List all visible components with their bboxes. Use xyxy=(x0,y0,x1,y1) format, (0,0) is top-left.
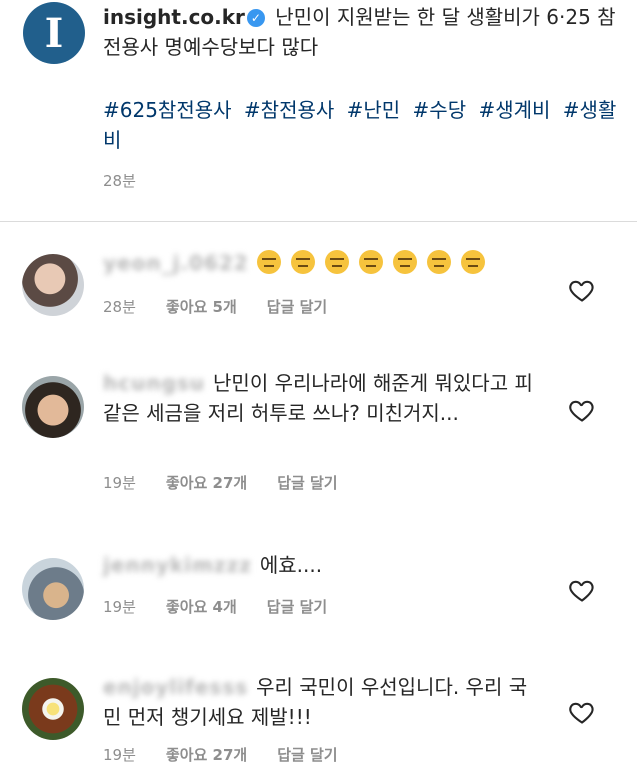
reply-button[interactable]: 답글 달기 xyxy=(267,598,327,616)
hashtag[interactable]: #난민 xyxy=(347,98,401,122)
heart-icon[interactable] xyxy=(568,276,596,304)
comment-time: 19분 xyxy=(103,746,136,764)
avatar[interactable] xyxy=(22,558,84,620)
comment-text: yeon_j.0622 xyxy=(103,248,543,278)
reply-button[interactable]: 답글 달기 xyxy=(277,746,337,764)
hashtag[interactable]: #수당 xyxy=(413,98,467,122)
expressionless-face-emoji xyxy=(256,250,495,275)
comment-text: enjoylifesss 우리 국민이 우선입니다. 우리 국민 먼저 챙기세요 … xyxy=(103,672,543,732)
post-timestamp: 28분 xyxy=(103,172,136,190)
heart-icon[interactable] xyxy=(568,396,596,424)
heart-icon[interactable] xyxy=(568,576,596,604)
divider xyxy=(0,221,637,222)
avatar[interactable] xyxy=(22,254,84,316)
post-username[interactable]: insight.co.kr xyxy=(103,5,245,29)
avatar[interactable] xyxy=(22,678,84,740)
reply-button[interactable]: 답글 달기 xyxy=(277,474,337,492)
comment-time: 28분 xyxy=(103,298,136,316)
comment-likes[interactable]: 좋아요 5개 xyxy=(166,298,237,316)
comment-username[interactable]: hcungsu xyxy=(103,371,205,395)
hashtag-list: #625참전용사 #참전용사 #난민 #수당 #생계비 #생활비 xyxy=(103,95,623,155)
hashtag[interactable]: #참전용사 xyxy=(244,98,334,122)
comment-username[interactable]: jennykimzzz xyxy=(103,553,252,577)
post-caption-block: insight.co.kr ✓ 난민이 지원받는 한 달 생활비가 6·25 참전… xyxy=(103,2,618,62)
post-avatar[interactable]: I xyxy=(23,2,85,64)
comment-text: jennykimzzz 에효.... xyxy=(103,550,543,580)
comment-time: 19분 xyxy=(103,474,136,492)
comment-likes[interactable]: 좋아요 27개 xyxy=(166,746,247,764)
post-header: I insight.co.kr ✓ 난민이 지원받는 한 달 생활비가 6·25 … xyxy=(0,0,637,222)
heart-icon[interactable] xyxy=(568,698,596,726)
comment-text: hcungsu 난민이 우리나라에 해준게 뭐있다고 피같은 세금을 저리 허투로… xyxy=(103,368,543,428)
comment-username[interactable]: enjoylifesss xyxy=(103,675,248,699)
avatar[interactable] xyxy=(22,376,84,438)
comment-meta: 19분 좋아요 27개 답글 달기 xyxy=(103,744,368,765)
verified-badge-icon: ✓ xyxy=(246,9,265,27)
comment-message: 에효.... xyxy=(259,553,323,577)
comment-meta: 28분 좋아요 5개 답글 달기 xyxy=(103,296,357,317)
reply-button[interactable]: 답글 달기 xyxy=(267,298,327,316)
comment-meta: 19분 좋아요 27개 답글 달기 xyxy=(103,472,368,493)
comment-time: 19분 xyxy=(103,598,136,616)
comment-likes[interactable]: 좋아요 4개 xyxy=(166,598,237,616)
comment-meta: 19분 좋아요 4개 답글 달기 xyxy=(103,596,357,617)
comment-username[interactable]: yeon_j.0622 xyxy=(103,251,249,275)
comment-likes[interactable]: 좋아요 27개 xyxy=(166,474,247,492)
hashtag[interactable]: #625참전용사 xyxy=(103,98,232,122)
hashtag[interactable]: #생계비 xyxy=(478,98,550,122)
